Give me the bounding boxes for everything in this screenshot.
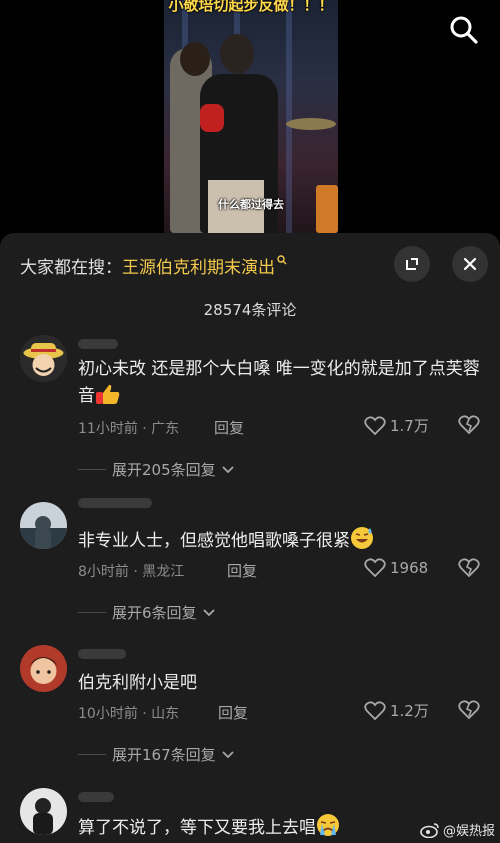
reply-button[interactable]: 回复 bbox=[218, 702, 248, 723]
expand-replies-label: 展开205条回复 bbox=[112, 461, 216, 479]
collapse-window-button[interactable] bbox=[394, 246, 430, 282]
dislike-button[interactable] bbox=[458, 558, 480, 582]
like-count: 1.2万 bbox=[390, 702, 429, 720]
comment-meta: 8小时前 · 黑龙江 bbox=[78, 564, 185, 580]
comment-meta: 10小时前 · 山东 bbox=[78, 706, 180, 722]
close-button[interactable] bbox=[452, 246, 488, 282]
broken-heart-icon bbox=[458, 700, 480, 720]
watermark: @娱热报 bbox=[420, 820, 495, 839]
expand-replies-button[interactable]: 展开6条回复 bbox=[78, 602, 215, 623]
chevron-down-icon bbox=[222, 465, 234, 473]
comment-text: 初心未改 还是那个大白嗓 唯一变化的就是加了点芙蓉音 bbox=[78, 356, 482, 410]
expand-replies-button[interactable]: 展开205条回复 bbox=[78, 459, 234, 480]
collapse-window-icon bbox=[406, 258, 418, 270]
reply-button[interactable]: 回复 bbox=[227, 560, 257, 581]
comment-text-content: 算了不说了，等下又要我上去唱 bbox=[78, 818, 316, 838]
trending-search-term[interactable]: 王源伯克利期末演出 bbox=[122, 258, 275, 278]
cymbal bbox=[286, 118, 336, 130]
panel-header: 大家都在搜：王源伯克利期末演出 bbox=[0, 233, 500, 295]
like-button[interactable]: 1968 bbox=[364, 558, 428, 578]
dislike-button[interactable] bbox=[458, 700, 480, 724]
broken-heart-icon bbox=[458, 558, 480, 578]
comment-text: 非专业人士，但感觉他唱歌嗓子很紧 bbox=[78, 526, 482, 555]
comment-text: 算了不说了，等下又要我上去唱 bbox=[78, 813, 408, 842]
expand-divider bbox=[78, 612, 106, 613]
search-icon[interactable] bbox=[446, 12, 482, 48]
avatar[interactable] bbox=[20, 788, 67, 835]
watermark-text: @娱热报 bbox=[443, 824, 496, 839]
comment-text: 伯克利附小是吧 bbox=[78, 673, 197, 693]
username-redacted bbox=[78, 339, 118, 349]
singer-head bbox=[220, 34, 254, 74]
expand-replies-label: 展开6条回复 bbox=[112, 604, 197, 622]
red-glove bbox=[200, 104, 224, 132]
heart-icon bbox=[364, 415, 386, 435]
grinning-sweat-emoji bbox=[351, 527, 373, 549]
avatar[interactable] bbox=[20, 645, 67, 692]
like-count: 1968 bbox=[390, 559, 429, 577]
like-button[interactable]: 1.2万 bbox=[364, 700, 429, 721]
expand-replies-label: 展开167条回复 bbox=[112, 746, 216, 764]
video-top-subtitle: 小敬培切起步反做！！！ bbox=[168, 0, 334, 14]
avatar[interactable] bbox=[20, 502, 67, 549]
weibo-logo-icon bbox=[420, 822, 439, 838]
dislike-button[interactable] bbox=[458, 415, 480, 439]
comment-text-content: 初心未改 还是那个大白嗓 唯一变化的就是加了点芙蓉音 bbox=[78, 359, 480, 406]
trending-search[interactable]: 大家都在搜：王源伯克利期末演出 bbox=[20, 253, 287, 278]
thumbs-up-emoji bbox=[96, 384, 120, 404]
comment-count: 28574条评论 bbox=[203, 301, 297, 319]
username-redacted bbox=[78, 792, 114, 802]
trending-search-prefix: 大家都在搜： bbox=[20, 258, 122, 278]
video-player[interactable]: 小敬培切起步反做！！！ 什么都过得去 bbox=[0, 0, 500, 233]
username-redacted bbox=[78, 649, 126, 659]
crying-emoji bbox=[317, 814, 339, 836]
chevron-down-icon bbox=[222, 750, 234, 758]
video-caption: 什么都过得去 bbox=[218, 198, 284, 211]
expand-divider bbox=[78, 469, 106, 470]
close-icon bbox=[463, 257, 477, 271]
comment-text-content: 非专业人士，但感觉他唱歌嗓子很紧 bbox=[78, 531, 350, 551]
small-search-icon bbox=[277, 255, 287, 265]
heart-icon bbox=[364, 558, 386, 578]
expand-divider bbox=[78, 754, 106, 755]
avatar[interactable] bbox=[20, 335, 67, 382]
reply-button[interactable]: 回复 bbox=[214, 417, 244, 438]
heart-icon bbox=[364, 700, 386, 720]
like-button[interactable]: 1.7万 bbox=[364, 415, 429, 436]
chevron-down-icon bbox=[202, 608, 215, 616]
like-count: 1.7万 bbox=[390, 417, 429, 435]
broken-heart-icon bbox=[458, 415, 480, 435]
username-redacted bbox=[78, 498, 152, 508]
comment-meta: 11小时前 · 广东 bbox=[78, 421, 180, 437]
guitarist-head bbox=[180, 42, 210, 76]
expand-replies-button[interactable]: 展开167条回复 bbox=[78, 744, 234, 765]
video-frame: 小敬培切起步反做！！！ 什么都过得去 bbox=[164, 0, 338, 233]
